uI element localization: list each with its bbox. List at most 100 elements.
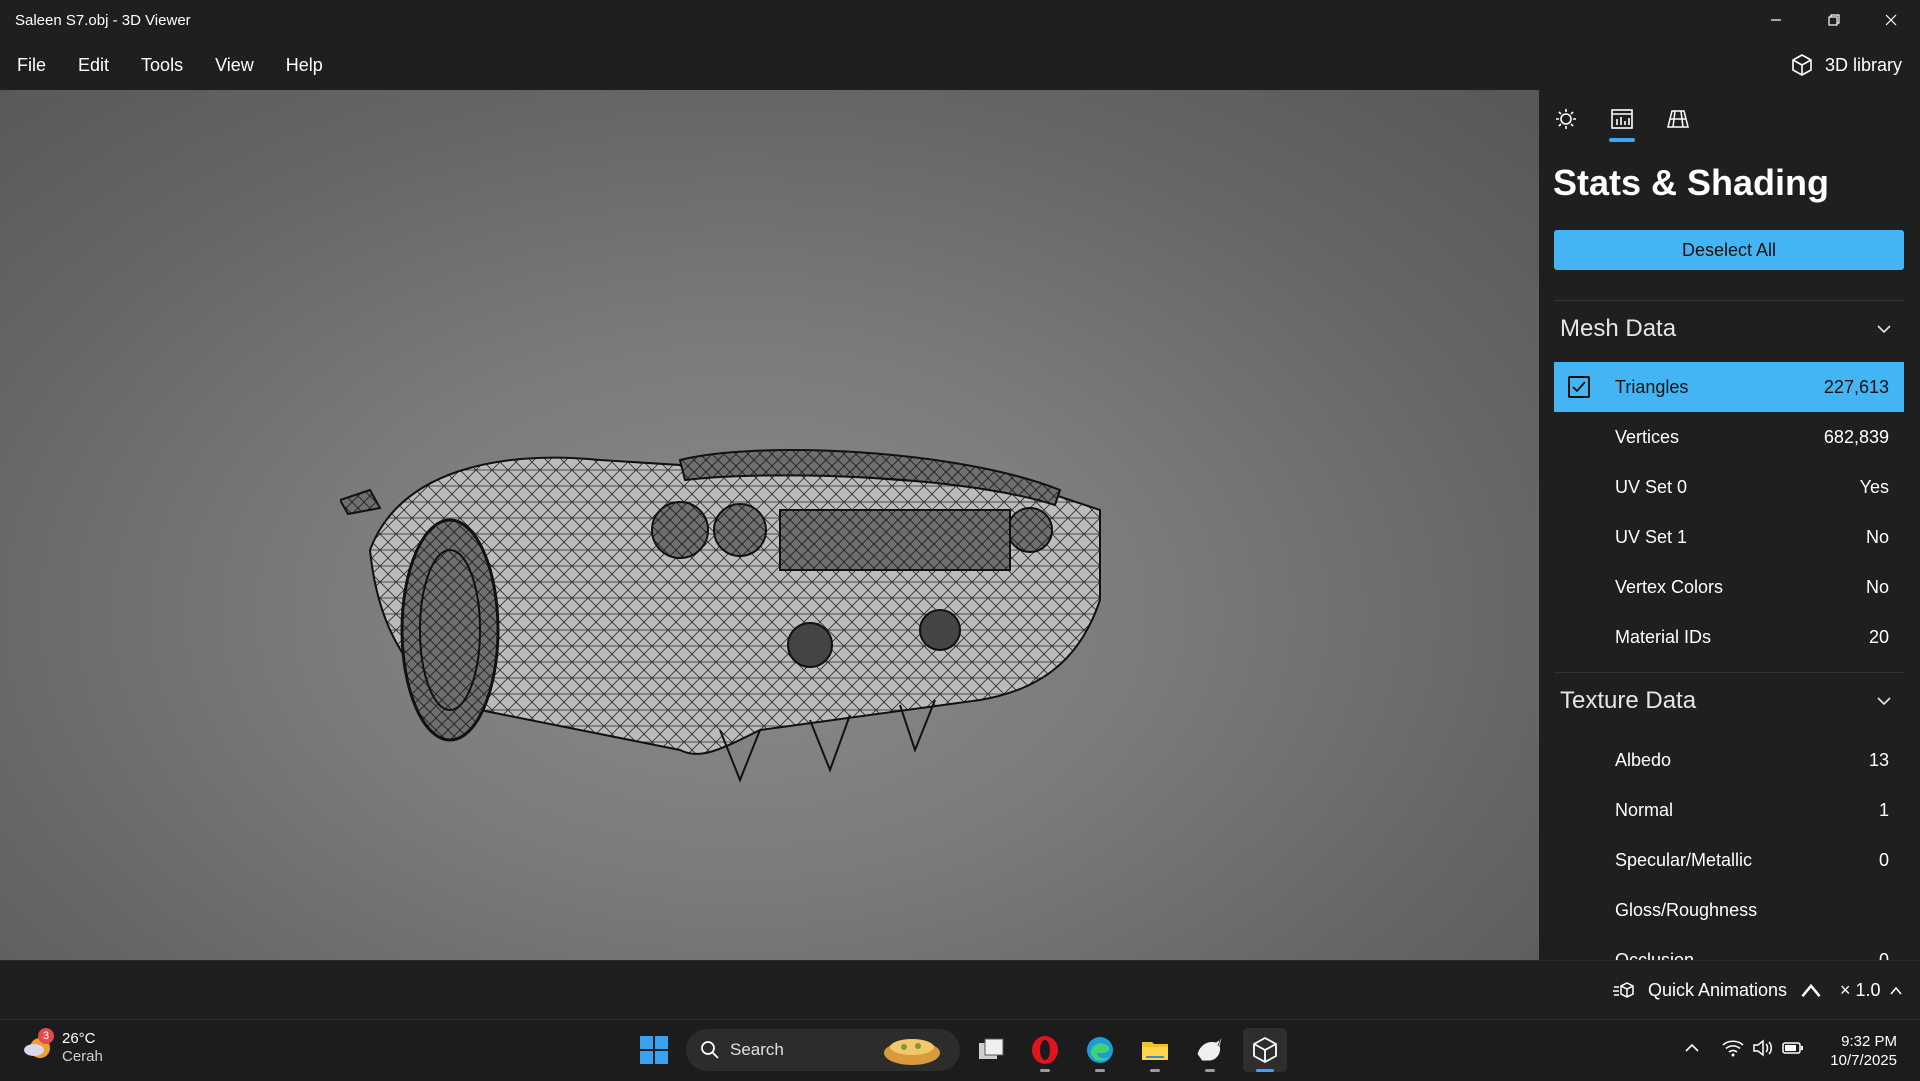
minimize-icon — [1771, 19, 1781, 21]
sun-icon — [1556, 109, 1576, 129]
panel-title: Stats & Shading — [1553, 162, 1830, 203]
taskbar-rhino[interactable]: 7 — [1188, 1028, 1232, 1072]
cube-icon — [1792, 54, 1812, 76]
stat-row-vertex-colors[interactable]: Vertex Colors No — [1554, 562, 1904, 612]
stat-row-gloss-roughness[interactable]: Gloss/Roughness — [1554, 885, 1904, 935]
menu-edit[interactable]: Edit — [62, 40, 125, 90]
chevron-up-icon — [1801, 983, 1821, 997]
minimize-button[interactable] — [1748, 0, 1804, 40]
rhino-app-icon: 7 — [1196, 1036, 1223, 1062]
panel-tabs — [1553, 106, 1691, 142]
system-clock[interactable]: 9:32 PM 10/7/2025 — [1830, 1032, 1897, 1070]
tab-stats[interactable] — [1609, 106, 1635, 142]
animation-speed-button[interactable]: × 1.0 — [1840, 961, 1903, 1020]
3d-viewport[interactable] — [0, 90, 1539, 960]
stat-value: 0 — [1878, 849, 1889, 870]
stat-label: Triangles — [1615, 376, 1689, 397]
volume-icon[interactable] — [1752, 1039, 1774, 1062]
restore-icon — [1828, 14, 1840, 26]
3d-viewer-cube-icon — [1253, 1037, 1277, 1063]
task-view-button[interactable] — [969, 1028, 1013, 1072]
mesh-data-header[interactable]: Mesh Data — [1554, 300, 1904, 357]
active-indicator — [1256, 1069, 1274, 1072]
stat-row-triangles[interactable]: Triangles 227,613 — [1554, 362, 1904, 412]
status-bar: Quick Animations × 1.0 — [0, 960, 1920, 1020]
edge-browser-icon — [1087, 1037, 1113, 1063]
weather-temp: 26°C — [62, 1030, 96, 1047]
start-button[interactable] — [632, 1028, 676, 1072]
weather-icon: 3 — [22, 1028, 54, 1064]
stat-row-albedo[interactable]: Albedo 13 — [1554, 735, 1904, 785]
stat-row-vertices[interactable]: Vertices 682,839 — [1554, 412, 1904, 462]
stats-shading-panel: Stats & Shading Deselect All Mesh Data T… — [1539, 90, 1920, 960]
chevron-up-icon — [1685, 1043, 1699, 1052]
tab-lighting[interactable] — [1553, 106, 1579, 132]
texture-data-heading: Texture Data — [1560, 687, 1697, 714]
windows-logo-icon — [640, 1036, 668, 1064]
3d-library-button[interactable]: 3D library — [1789, 40, 1902, 90]
stat-row-uv-set-0[interactable]: UV Set 0 Yes — [1554, 462, 1904, 512]
stat-label: Albedo — [1615, 749, 1672, 770]
title-bar: Saleen S7.obj - 3D Viewer — [0, 0, 1920, 40]
stat-value: Yes — [1859, 476, 1889, 497]
deselect-all-button[interactable]: Deselect All — [1554, 230, 1904, 270]
window-title: Saleen S7.obj - 3D Viewer — [15, 11, 191, 29]
taskbar: 3 26°C Cerah Search 7 9:32 PM 10/7/2025 — [0, 1019, 1920, 1081]
mesh-data-heading: Mesh Data — [1560, 315, 1677, 342]
search-highlight-image-icon — [884, 1039, 940, 1065]
opera-browser-icon — [1032, 1036, 1058, 1064]
taskbar-file-explorer[interactable] — [1133, 1028, 1177, 1072]
weather-widget[interactable]: 3 26°C Cerah — [22, 1028, 103, 1066]
stat-row-normal[interactable]: Normal 1 — [1554, 785, 1904, 835]
tab-grid[interactable] — [1665, 106, 1691, 132]
chevron-up-icon — [1889, 986, 1902, 994]
taskbar-3d-viewer[interactable] — [1243, 1028, 1287, 1072]
stat-label: Normal — [1615, 799, 1674, 820]
quick-animations-button[interactable]: Quick Animations — [1612, 961, 1823, 1020]
task-view-icon — [979, 1038, 1004, 1059]
menu-bar: File Edit Tools View Help — [0, 40, 1920, 90]
stat-label: Occlusion — [1615, 949, 1695, 961]
clock-time: 9:32 PM — [1841, 1032, 1897, 1050]
animation-cube-icon — [1613, 981, 1634, 998]
battery-icon[interactable] — [1782, 1039, 1804, 1062]
stat-row-material-ids[interactable]: Material IDs 20 — [1554, 612, 1904, 662]
search-icon — [701, 1041, 719, 1059]
system-tray: 9:32 PM 10/7/2025 — [1684, 1020, 1920, 1081]
stat-value: 20 — [1868, 626, 1889, 647]
svg-text:7: 7 — [1216, 1039, 1221, 1048]
folder-icon — [1142, 1042, 1168, 1060]
stat-label: UV Set 1 — [1615, 526, 1688, 547]
taskbar-search-box[interactable]: Search — [686, 1029, 960, 1071]
stat-value: 1 — [1878, 799, 1889, 820]
close-button[interactable] — [1863, 0, 1919, 40]
stat-row-occlusion[interactable]: Occlusion 0 — [1554, 935, 1904, 961]
quick-animations-label: Quick Animations — [1648, 980, 1788, 1000]
stat-row-specular-metallic[interactable]: Specular/Metallic 0 — [1554, 835, 1904, 885]
stats-chart-icon — [1611, 109, 1633, 129]
stat-row-uv-set-1[interactable]: UV Set 1 No — [1554, 512, 1904, 562]
running-indicator — [1205, 1069, 1215, 1072]
stat-label: Gloss/Roughness — [1615, 899, 1758, 920]
stat-label: Specular/Metallic — [1615, 849, 1753, 870]
restore-button[interactable] — [1806, 0, 1862, 40]
checkbox-checked-icon[interactable] — [1568, 376, 1590, 398]
menu-tools[interactable]: Tools — [125, 40, 199, 90]
stat-label: Material IDs — [1615, 626, 1712, 647]
chevron-down-icon — [1877, 697, 1891, 706]
stat-value: No — [1865, 526, 1889, 547]
menu-file[interactable]: File — [0, 40, 62, 90]
running-indicator — [1150, 1069, 1160, 1072]
menu-view[interactable]: View — [199, 40, 270, 90]
weather-condition: Cerah — [62, 1048, 103, 1065]
taskbar-edge[interactable] — [1078, 1028, 1122, 1072]
clock-date: 10/7/2025 — [1830, 1051, 1897, 1069]
close-icon — [1885, 14, 1897, 26]
stat-value: 227,613 — [1823, 376, 1889, 397]
taskbar-opera[interactable] — [1023, 1028, 1067, 1072]
running-indicator — [1040, 1069, 1050, 1072]
show-hidden-icons-button[interactable] — [1684, 1040, 1700, 1061]
texture-data-header[interactable]: Texture Data — [1554, 672, 1904, 729]
wifi-icon[interactable] — [1722, 1039, 1744, 1062]
menu-help[interactable]: Help — [270, 40, 339, 90]
